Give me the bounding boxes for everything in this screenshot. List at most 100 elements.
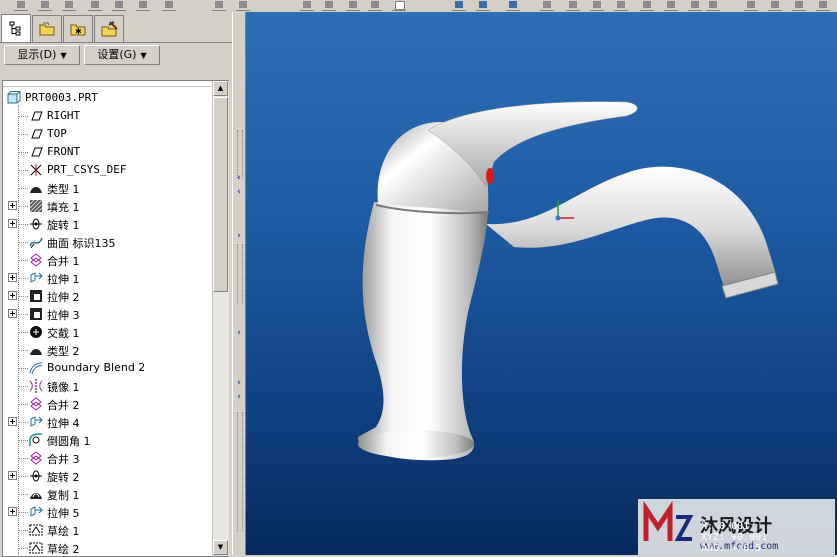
collapse-arrow-icon[interactable]: ‹ xyxy=(233,173,245,183)
toolbar-button[interactable] xyxy=(300,0,314,11)
tree-item-label: 拉伸 1 xyxy=(47,273,80,286)
toolbar-button[interactable] xyxy=(452,0,466,11)
toolbar-button[interactable] xyxy=(162,0,176,11)
toolbar-button[interactable] xyxy=(614,0,628,11)
expand-toggle-icon[interactable] xyxy=(8,417,17,426)
tree-item[interactable]: FRONT xyxy=(3,143,211,161)
tree-item-label: 草绘 1 xyxy=(47,525,80,538)
tree-item[interactable]: 草绘 2 xyxy=(3,539,211,556)
collapse-arrow-icon[interactable]: ‹ xyxy=(233,328,245,338)
merge-icon xyxy=(30,253,42,267)
tree-item-label: 交截 1 xyxy=(47,327,80,340)
expand-arrow-icon[interactable]: › xyxy=(233,231,245,241)
tree-item-label: Boundary Blend 2 xyxy=(47,361,146,374)
tree-item[interactable]: 倒圆角 1 xyxy=(3,431,211,449)
type-icon xyxy=(30,187,42,193)
toolbar-button[interactable] xyxy=(62,0,76,11)
toolbar-button[interactable] xyxy=(566,0,580,11)
expand-toggle-icon[interactable] xyxy=(8,273,17,282)
tree-item[interactable]: 拉伸 4 xyxy=(3,413,211,431)
tree-item[interactable]: 合并 1 xyxy=(3,251,211,269)
toolbar-button[interactable] xyxy=(744,0,758,11)
expand-toggle-icon[interactable] xyxy=(8,471,17,480)
toolbar-button[interactable] xyxy=(236,0,250,11)
model-tree-list[interactable]: PRT0003.PRT RIGHT TOP FRONT PRT_CSYS_DEF 类型 … xyxy=(3,87,211,556)
expand-toggle-icon[interactable] xyxy=(8,507,17,516)
toolbar-button[interactable] xyxy=(664,0,678,11)
tree-item-label: 合并 2 xyxy=(47,399,80,412)
tab-divider xyxy=(0,42,232,43)
toolbar-button[interactable] xyxy=(212,0,226,11)
settings-menu-button[interactable]: 设置(G) ▼ xyxy=(84,45,160,65)
show-menu-button[interactable]: 显示(D) ▼ xyxy=(4,45,80,65)
expand-toggle-icon[interactable] xyxy=(8,309,17,318)
tree-item[interactable]: 曲面 标识135 xyxy=(3,233,211,251)
folder-icon xyxy=(39,22,55,36)
tree-item[interactable]: 旋转 1 xyxy=(3,215,211,233)
tree-item[interactable]: 拉伸 5 xyxy=(3,503,211,521)
scroll-down-button[interactable]: ▼ xyxy=(213,540,228,555)
expand-toggle-icon[interactable] xyxy=(8,201,17,210)
collapse-arrow-icon[interactable]: ‹ xyxy=(233,187,245,197)
svg-text:✱: ✱ xyxy=(75,27,82,36)
tree-item[interactable]: 拉伸 1 xyxy=(3,269,211,287)
folder-browser-tab[interactable] xyxy=(32,15,62,42)
toolbar-button[interactable] xyxy=(392,0,406,11)
tree-item[interactable]: 填充 1 xyxy=(3,197,211,215)
tree-connector xyxy=(18,242,28,243)
panel-sash[interactable]: ‹ ‹ › ‹ ‹ ‹ xyxy=(232,12,246,555)
tree-item[interactable]: RIGHT xyxy=(3,107,211,125)
model-tree[interactable]: PRT0003.PRT RIGHT TOP FRONT PRT_CSYS_DEF 类型 … xyxy=(2,80,229,557)
tree-item[interactable]: 旋转 2 xyxy=(3,467,211,485)
tree-connector xyxy=(18,386,28,387)
toolbar-button[interactable] xyxy=(88,0,102,11)
tree-item[interactable]: 拉伸 2 xyxy=(3,287,211,305)
tree-item[interactable]: 类型 2 xyxy=(3,341,211,359)
model-tree-tab[interactable] xyxy=(1,14,31,43)
tree-item-label: TOP xyxy=(47,127,67,140)
toolbar-button[interactable] xyxy=(768,0,782,11)
tree-item[interactable]: 草绘 1 xyxy=(3,521,211,539)
tree-item[interactable]: 合并 2 xyxy=(3,395,211,413)
toolbar-button[interactable] xyxy=(506,0,520,11)
tree-item[interactable]: 合并 3 xyxy=(3,449,211,467)
collapse-arrow-icon[interactable]: ‹ xyxy=(233,378,245,388)
tree-item[interactable]: TOP xyxy=(3,125,211,143)
graphics-viewport[interactable]: 沐风设计 www.mfcad.com X: 0.001 XYZ: +0.001 … xyxy=(246,12,837,555)
tree-scrollbar[interactable]: ▲ ▼ xyxy=(212,81,229,556)
tree-item[interactable]: 拉伸 3 xyxy=(3,305,211,323)
expand-toggle-icon[interactable] xyxy=(8,291,17,300)
toolbar-button[interactable] xyxy=(590,0,604,11)
toolbar-button[interactable] xyxy=(688,0,702,11)
tree-item[interactable]: Boundary Blend 2 xyxy=(3,359,211,377)
toolbar-button[interactable] xyxy=(346,0,360,11)
toolbar-button[interactable] xyxy=(476,0,490,11)
tree-item[interactable]: 交截 1 xyxy=(3,323,211,341)
toolbar-button[interactable] xyxy=(640,0,654,11)
toolbar-button[interactable] xyxy=(14,0,28,11)
tree-item[interactable]: PRT_CSYS_DEF xyxy=(3,161,211,179)
scroll-up-button[interactable]: ▲ xyxy=(213,81,228,96)
connections-tab[interactable] xyxy=(94,15,124,42)
toolbar-button[interactable] xyxy=(706,0,720,11)
tree-item-label: 合并 3 xyxy=(47,453,80,466)
scroll-thumb[interactable] xyxy=(213,97,228,292)
tree-item[interactable]: 类型 1 xyxy=(3,179,211,197)
collapse-arrow-icon[interactable]: ‹ xyxy=(233,392,245,402)
toolbar-button[interactable] xyxy=(792,0,806,11)
tree-item[interactable]: 镜像 1 xyxy=(3,377,211,395)
toolbar-button[interactable] xyxy=(112,0,126,11)
toolbar-button[interactable] xyxy=(540,0,554,11)
faucet-model[interactable] xyxy=(246,12,837,555)
tree-root[interactable]: PRT0003.PRT xyxy=(3,89,211,107)
toolbar-button[interactable] xyxy=(136,0,150,11)
tree-item[interactable]: 复制 1 xyxy=(3,485,211,503)
favorites-tab[interactable]: ✱ xyxy=(63,15,93,42)
toolbar-button[interactable] xyxy=(322,0,336,11)
toolbar-button[interactable] xyxy=(816,0,830,11)
tree-item-label: 填充 1 xyxy=(47,201,80,214)
toolbar-button[interactable] xyxy=(38,0,52,11)
expand-toggle-icon[interactable] xyxy=(8,219,17,228)
tree-connector xyxy=(18,404,28,405)
toolbar-button[interactable] xyxy=(368,0,382,11)
